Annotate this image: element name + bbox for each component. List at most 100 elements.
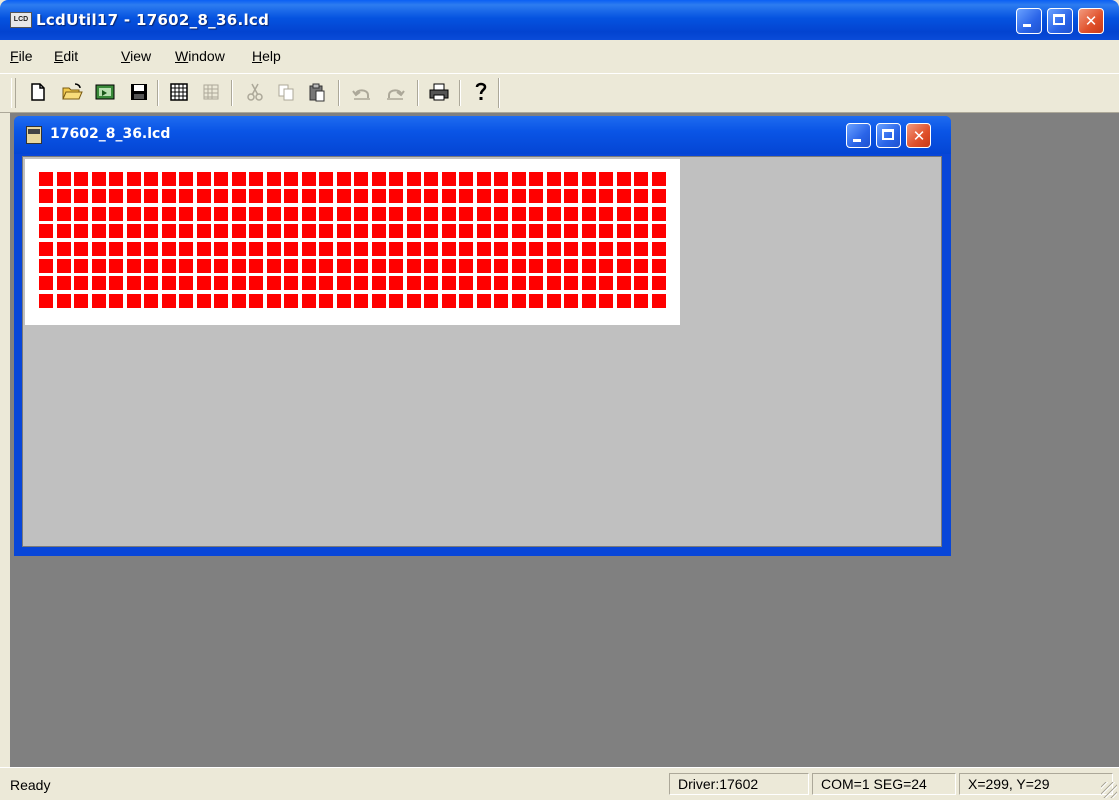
lcd-segment[interactable] [529, 258, 543, 273]
lcd-segment[interactable] [161, 258, 176, 273]
lcd-segment[interactable] [109, 276, 123, 291]
lcd-segment[interactable] [599, 189, 613, 204]
lcd-segment[interactable] [406, 189, 421, 204]
lcd-segment[interactable] [441, 293, 456, 308]
toolbar-grip[interactable] [11, 78, 16, 108]
lcd-segment[interactable] [56, 276, 71, 291]
lcd-segment[interactable] [371, 276, 386, 291]
cut-button[interactable] [243, 80, 267, 104]
lcd-segment[interactable] [459, 172, 473, 186]
lcd-segment[interactable] [564, 172, 578, 186]
lcd-segment[interactable] [581, 258, 596, 273]
lcd-segment[interactable] [459, 224, 473, 239]
lcd-segment[interactable] [91, 276, 106, 291]
lcd-segment[interactable] [284, 172, 298, 186]
lcd-segment[interactable] [564, 189, 578, 204]
import-button[interactable] [93, 80, 117, 104]
document-title-bar[interactable]: 17602_8_36.lcd ✕ [14, 116, 951, 154]
print-button[interactable] [427, 80, 451, 104]
maximize-button[interactable] [1047, 8, 1073, 34]
lcd-segment[interactable] [634, 276, 648, 291]
lcd-segment[interactable] [424, 276, 438, 291]
app-title-bar[interactable]: LCD LcdUtil17 - 17602_8_36.lcd ✕ [0, 0, 1119, 40]
close-button[interactable]: ✕ [1078, 8, 1104, 34]
lcd-segment[interactable] [266, 224, 281, 239]
lcd-segment[interactable] [214, 172, 228, 186]
lcd-segment[interactable] [476, 189, 491, 204]
lcd-segment[interactable] [581, 276, 596, 291]
lcd-segment[interactable] [634, 258, 648, 273]
lcd-segment[interactable] [529, 224, 543, 239]
copy-button[interactable] [274, 80, 298, 104]
lcd-segment[interactable] [319, 241, 333, 256]
lcd-segment[interactable] [319, 293, 333, 308]
lcd-segment[interactable] [511, 172, 526, 186]
lcd-segment[interactable] [476, 258, 491, 273]
lcd-segment[interactable] [546, 241, 561, 256]
lcd-segment[interactable] [336, 276, 351, 291]
lcd-segment[interactable] [546, 293, 561, 308]
lcd-segment[interactable] [616, 276, 631, 291]
lcd-segment[interactable] [354, 224, 368, 239]
lcd-segment[interactable] [284, 293, 298, 308]
lcd-segment[interactable] [231, 258, 246, 273]
lcd-segment[interactable] [634, 172, 648, 186]
lcd-segment[interactable] [511, 206, 526, 221]
lcd-segment[interactable] [266, 293, 281, 308]
lcd-segment[interactable] [109, 241, 123, 256]
lcd-segment[interactable] [494, 172, 508, 186]
lcd-segment[interactable] [424, 189, 438, 204]
lcd-segment[interactable] [179, 258, 193, 273]
lcd-segment[interactable] [476, 224, 491, 239]
lcd-segment[interactable] [196, 258, 211, 273]
lcd-segment[interactable] [161, 241, 176, 256]
lcd-segment[interactable] [56, 293, 71, 308]
lcd-segment[interactable] [284, 189, 298, 204]
lcd-segment[interactable] [39, 224, 53, 239]
lcd-segment[interactable] [459, 258, 473, 273]
lcd-segment[interactable] [406, 172, 421, 186]
lcd-segment[interactable] [161, 172, 176, 186]
lcd-segment[interactable] [616, 224, 631, 239]
lcd-segment[interactable] [161, 276, 176, 291]
lcd-segment[interactable] [214, 293, 228, 308]
lcd-segment[interactable] [441, 189, 456, 204]
lcd-segment[interactable] [161, 224, 176, 239]
lcd-segment[interactable] [214, 189, 228, 204]
lcd-segment[interactable] [599, 276, 613, 291]
lcd-segment[interactable] [634, 206, 648, 221]
lcd-segment[interactable] [389, 276, 403, 291]
lcd-segment[interactable] [39, 276, 53, 291]
lcd-segment[interactable] [354, 258, 368, 273]
lcd-segment[interactable] [389, 206, 403, 221]
lcd-segment[interactable] [301, 172, 316, 186]
lcd-segment[interactable] [441, 172, 456, 186]
lcd-segment[interactable] [476, 276, 491, 291]
lcd-segment[interactable] [441, 206, 456, 221]
lcd-segment[interactable] [39, 241, 53, 256]
lcd-segment[interactable] [196, 189, 211, 204]
lcd-segment[interactable] [284, 276, 298, 291]
lcd-segment[interactable] [424, 224, 438, 239]
lcd-segment[interactable] [336, 241, 351, 256]
lcd-segment[interactable] [39, 206, 53, 221]
lcd-segment[interactable] [581, 224, 596, 239]
lcd-segment[interactable] [389, 172, 403, 186]
lcd-segment[interactable] [126, 276, 141, 291]
menu-file[interactable]: File [10, 48, 33, 64]
menu-window[interactable]: Window [175, 48, 225, 64]
lcd-segment[interactable] [406, 241, 421, 256]
lcd-segment[interactable] [354, 293, 368, 308]
lcd-segment[interactable] [441, 258, 456, 273]
lcd-segment[interactable] [564, 224, 578, 239]
lcd-segment[interactable] [249, 241, 263, 256]
lcd-segment[interactable] [354, 241, 368, 256]
lcd-segment[interactable] [179, 276, 193, 291]
lcd-segment[interactable] [546, 258, 561, 273]
lcd-segment[interactable] [511, 276, 526, 291]
menu-edit[interactable]: Edit [54, 48, 78, 64]
document-client-area[interactable] [22, 156, 942, 547]
lcd-segment[interactable] [336, 293, 351, 308]
lcd-segment[interactable] [511, 224, 526, 239]
menu-view[interactable]: View [121, 48, 151, 64]
